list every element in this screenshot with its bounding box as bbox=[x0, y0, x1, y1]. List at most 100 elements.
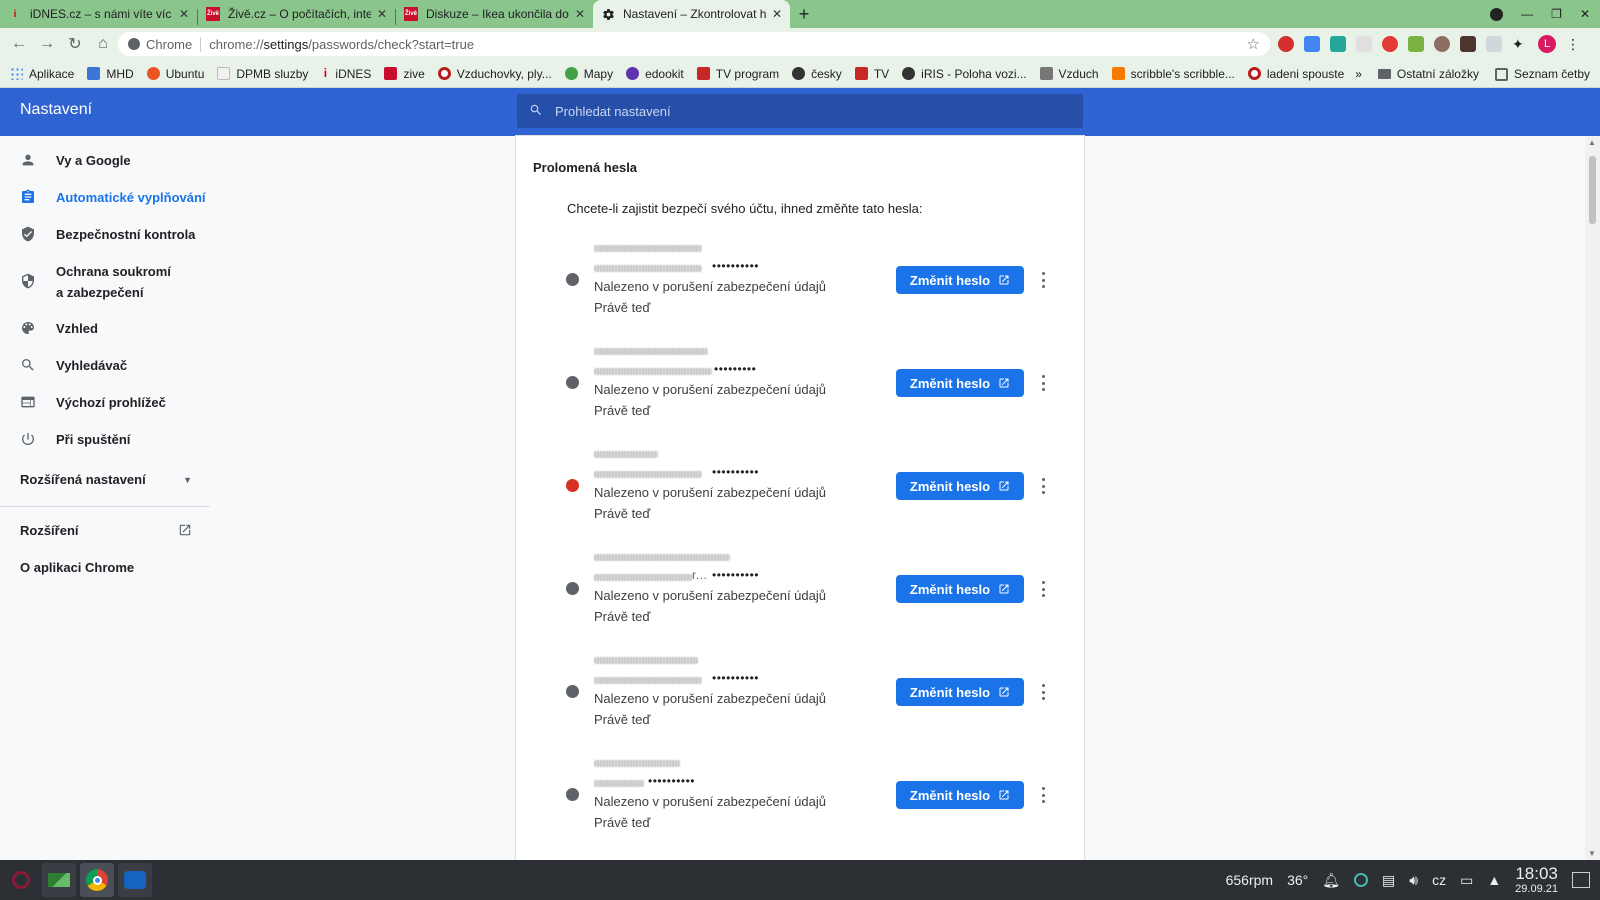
settings-search[interactable] bbox=[517, 94, 1083, 128]
bookmark-ladeni[interactable]: ladeni spouste bbox=[1247, 67, 1344, 81]
tab-title: iDNES.cz – s námi víte víc bbox=[30, 7, 172, 21]
sidebar-item-on-startup[interactable]: Při spuštění bbox=[0, 429, 210, 450]
scrollbar-thumb[interactable] bbox=[1589, 156, 1596, 224]
tab-settings[interactable]: Nastavení – Zkontrolovat hes ✕ bbox=[593, 0, 790, 28]
change-password-button[interactable]: Změnit heslo bbox=[896, 781, 1024, 809]
puzzle-icon[interactable]: ✦ bbox=[1512, 36, 1528, 52]
bookmark-iris[interactable]: iRIS - Poloha vozi... bbox=[902, 67, 1027, 81]
bookmark-tv-program[interactable]: TV program bbox=[696, 67, 779, 81]
volume-icon[interactable]: 🔊︎ bbox=[1409, 872, 1418, 889]
menu-dots-icon[interactable]: ⋮ bbox=[1566, 36, 1580, 52]
translate-extension-icon[interactable] bbox=[1304, 36, 1320, 52]
clock[interactable]: 18:03 29.09.21 bbox=[1515, 865, 1558, 895]
home-icon[interactable]: ⌂ bbox=[90, 31, 116, 57]
bookmark-idnes[interactable]: i iDNES bbox=[321, 67, 372, 81]
scroll-down-icon[interactable]: ▼ bbox=[1588, 849, 1596, 858]
new-tab-button[interactable]: + bbox=[790, 0, 818, 28]
tray-expand-icon[interactable]: ▲ bbox=[1487, 872, 1501, 888]
avatar[interactable]: L bbox=[1538, 35, 1556, 53]
close-tab-icon[interactable]: ✕ bbox=[575, 7, 585, 21]
bookmark-mapy[interactable]: Mapy bbox=[564, 67, 613, 81]
sidebar-item-autofill[interactable]: Automatické vyplňování bbox=[0, 187, 210, 208]
mhd-icon bbox=[87, 67, 101, 80]
bookmark-scribble[interactable]: scribble's scribble... bbox=[1111, 67, 1235, 81]
bookmark-zive[interactable]: zive bbox=[384, 67, 425, 81]
system-monitor-icon[interactable] bbox=[42, 863, 76, 897]
list-item: •••••••••• Nalezeno v porušení zabezpeče… bbox=[516, 754, 1084, 850]
bookmark-mhd[interactable]: MHD bbox=[87, 67, 134, 81]
bookmark-ubuntu[interactable]: Ubuntu bbox=[146, 67, 204, 81]
sidebar-item-you-and-google[interactable]: Vy a Google bbox=[0, 150, 210, 171]
sidebar-item-privacy[interactable]: Ochrana soukromí a zabezpečení bbox=[0, 261, 210, 303]
change-password-button[interactable]: Změnit heslo bbox=[896, 266, 1024, 294]
restore-icon[interactable]: ❐ bbox=[1551, 7, 1562, 21]
other-bookmarks[interactable]: Ostatní záložky bbox=[1377, 67, 1479, 81]
more-actions-icon[interactable] bbox=[1040, 375, 1046, 391]
more-actions-icon[interactable] bbox=[1040, 478, 1046, 494]
advanced-settings-toggle[interactable]: Rozšířená nastavení ▼ bbox=[20, 472, 192, 487]
green-extension-icon[interactable] bbox=[1408, 36, 1424, 52]
change-password-button[interactable]: Změnit heslo bbox=[896, 678, 1024, 706]
close-tab-icon[interactable]: ✕ bbox=[377, 7, 387, 21]
bookmarks-overflow-icon[interactable]: » bbox=[1355, 67, 1362, 81]
search-input[interactable] bbox=[555, 103, 1055, 119]
w-extension-icon[interactable] bbox=[1330, 36, 1346, 52]
close-tab-icon[interactable]: ✕ bbox=[772, 7, 782, 21]
scrollbar[interactable]: ▲ ▼ bbox=[1585, 136, 1600, 860]
more-actions-icon[interactable] bbox=[1040, 581, 1046, 597]
sidebar-divider bbox=[0, 506, 210, 507]
bookmark-aplikace[interactable]: Aplikace bbox=[10, 67, 74, 81]
sidebar-item-extensions[interactable]: Rozšíření bbox=[20, 523, 192, 540]
close-window-icon[interactable]: ✕ bbox=[1580, 7, 1590, 21]
notifications-icon[interactable]: 🔔︎ bbox=[1322, 872, 1340, 889]
bookmark-cesky[interactable]: česky bbox=[792, 67, 842, 81]
clipboard-tray-icon[interactable]: ▤ bbox=[1382, 872, 1395, 889]
back-icon[interactable]: ← bbox=[6, 31, 32, 57]
zive-icon: Živě bbox=[206, 7, 220, 21]
ubuntu-icon bbox=[146, 67, 160, 80]
sidebar-item-safety-check[interactable]: Bezpečnostní kontrola bbox=[0, 224, 210, 245]
change-password-button[interactable]: Změnit heslo bbox=[896, 472, 1024, 500]
bookmark-vzduch[interactable]: Vzduch bbox=[1039, 67, 1099, 81]
sidebar-item-search-engine[interactable]: Vyhledávač bbox=[0, 355, 210, 376]
reading-list[interactable]: Seznam četby bbox=[1494, 67, 1590, 81]
bookmark-dpmb[interactable]: DPMB sluzby bbox=[217, 67, 308, 81]
show-desktop-icon[interactable] bbox=[1572, 872, 1590, 888]
tab-diskuze[interactable]: Živě Diskuze – Ikea ukončila dobu ✕ bbox=[396, 0, 593, 28]
keyboard-layout[interactable]: cz bbox=[1432, 872, 1446, 888]
scroll-up-icon[interactable]: ▲ bbox=[1588, 138, 1596, 147]
sync-icon[interactable] bbox=[1354, 873, 1369, 887]
sidebar-item-default-browser[interactable]: Výchozí prohlížeč bbox=[0, 392, 210, 413]
list-item: •••••••••• Nalezeno v porušení zabezpeče… bbox=[516, 239, 1084, 335]
dark-extension-icon[interactable] bbox=[1460, 36, 1476, 52]
bookmark-tv[interactable]: TV bbox=[854, 67, 889, 81]
tab-search-icon[interactable] bbox=[1490, 7, 1504, 21]
bookmark-star-icon[interactable]: ☆ bbox=[1247, 35, 1260, 53]
address-bar[interactable]: Chrome chrome://settings/passwords/check… bbox=[118, 32, 1270, 56]
close-tab-icon[interactable]: ✕ bbox=[179, 7, 189, 21]
network-icon[interactable]: ▭ bbox=[1460, 872, 1473, 889]
thunderbird-icon[interactable] bbox=[118, 863, 152, 897]
more-actions-icon[interactable] bbox=[1040, 272, 1046, 288]
opera-extension-icon[interactable] bbox=[1278, 36, 1294, 52]
brown-extension-icon[interactable] bbox=[1434, 36, 1450, 52]
forward-icon[interactable]: → bbox=[34, 31, 60, 57]
tab-idnes[interactable]: i iDNES.cz – s námi víte víc ✕ bbox=[0, 0, 197, 28]
sidebar-item-appearance[interactable]: Vzhled bbox=[0, 318, 210, 339]
ghost-extension-icon[interactable] bbox=[1356, 36, 1372, 52]
tab-zive[interactable]: Živě Živě.cz – O počítačích, interne ✕ bbox=[198, 0, 395, 28]
gmail-extension-icon[interactable] bbox=[1382, 36, 1398, 52]
change-password-button[interactable]: Změnit heslo bbox=[896, 369, 1024, 397]
bookmark-edookit[interactable]: edookit bbox=[626, 67, 684, 81]
start-menu-icon[interactable] bbox=[4, 863, 38, 897]
sidebar-item-about-chrome[interactable]: O aplikaci Chrome bbox=[20, 560, 192, 575]
reload-icon[interactable]: ↻ bbox=[62, 31, 88, 57]
chrome-icon[interactable] bbox=[80, 863, 114, 897]
bookmark-vzduchovky[interactable]: Vzduchovky, ply... bbox=[437, 67, 552, 81]
more-actions-icon[interactable] bbox=[1040, 787, 1046, 803]
sidebar-item-label: Vyhledávač bbox=[56, 358, 128, 373]
minimize-icon[interactable]: — bbox=[1521, 7, 1533, 21]
change-password-button[interactable]: Změnit heslo bbox=[896, 575, 1024, 603]
grey-extension-icon[interactable] bbox=[1486, 36, 1502, 52]
more-actions-icon[interactable] bbox=[1040, 684, 1046, 700]
